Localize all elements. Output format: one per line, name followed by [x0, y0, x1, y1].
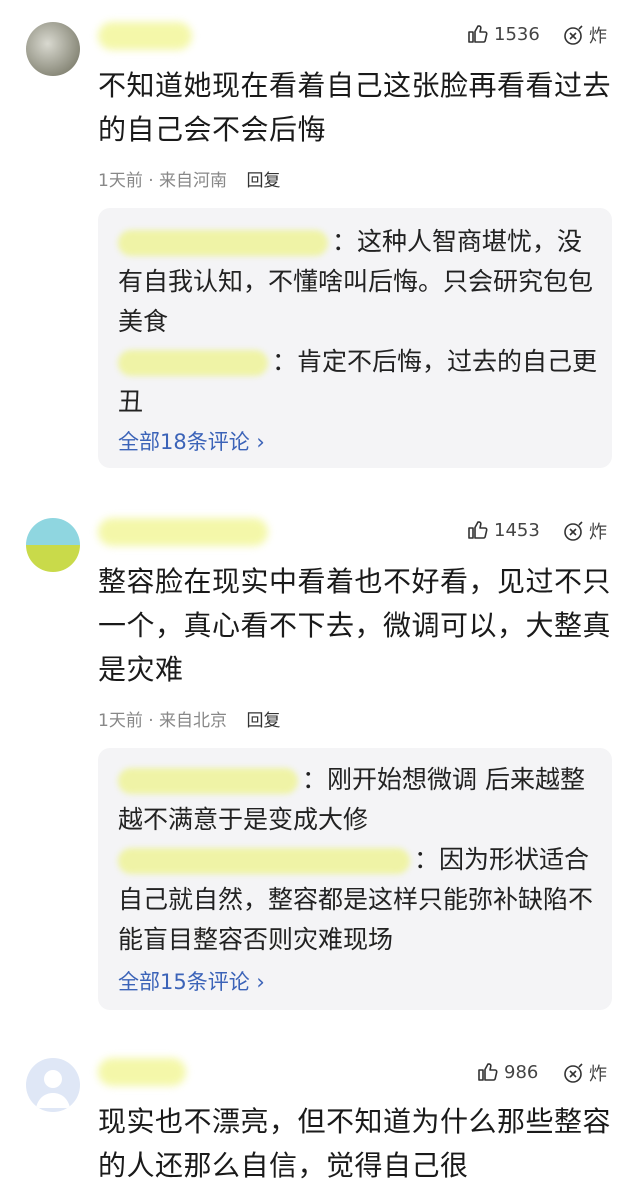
thumbs-up-icon [468, 521, 488, 539]
avatar[interactable] [26, 1058, 80, 1112]
reply-button[interactable]: 回复 [246, 171, 280, 191]
comment-meta: 1天前 · 来自北京 回复 [98, 711, 281, 731]
reply-item[interactable]: ：因为形状适合自己就自然，整容都是这样只能弥补缺陷不能盲目整容否则灾难现场 [118, 840, 598, 960]
reply-username-blurred[interactable] [118, 230, 328, 256]
reply-username-blurred[interactable] [118, 350, 268, 376]
thumbs-up-icon [478, 1063, 498, 1081]
like-button[interactable]: 1536 [466, 22, 540, 46]
like-count: 1536 [494, 23, 540, 45]
avatar[interactable] [26, 518, 80, 572]
bomb-label: 炸 [589, 26, 607, 47]
username-blurred[interactable] [98, 1058, 186, 1086]
reply-item[interactable]: ：这种人智商堪忧，没有自我认知，不懂啥叫后悔。只会研究包包美食 [118, 222, 598, 342]
bomb-label: 炸 [589, 522, 607, 543]
username-blurred[interactable] [98, 22, 192, 50]
thumbs-up-icon [468, 25, 488, 43]
comment-meta: 1天前 · 来自河南 回复 [98, 171, 281, 191]
default-avatar-icon [36, 1070, 70, 1108]
reply-username-blurred[interactable] [118, 848, 410, 874]
reply-item[interactable]: ：肯定不后悔，过去的自己更丑 [118, 342, 598, 422]
reply-item[interactable]: ：刚开始想微调 后来越整越不满意于是变成大修 [118, 760, 598, 840]
like-count: 986 [504, 1061, 539, 1083]
view-all-replies-link[interactable]: 全部15条评论 › [118, 966, 265, 996]
reply-box: ：刚开始想微调 后来越整越不满意于是变成大修 ：因为形状适合自己就自然，整容都是… [98, 748, 612, 1010]
comment-text: 整容脸在现实中看着也不好看，见过不只一个，真心看不下去，微调可以，大整真是灾难 [98, 565, 612, 686]
reply-username-blurred[interactable] [118, 768, 298, 794]
comment-time: 1天前 [98, 711, 143, 731]
bomb-label: 炸 [589, 1064, 607, 1085]
like-count: 1453 [494, 519, 540, 541]
comment-location: 来自北京 [159, 711, 228, 731]
bomb-button[interactable]: 炸 [562, 1060, 607, 1086]
avatar[interactable] [26, 22, 80, 76]
bomb-icon [564, 521, 583, 541]
like-button[interactable]: 1453 [466, 518, 540, 542]
comment-text: 不知道她现在看着自己这张脸再看看过去的自己会不会后悔 [98, 69, 612, 146]
bomb-button[interactable]: 炸 [562, 518, 607, 544]
username-blurred[interactable] [98, 518, 268, 546]
view-all-replies-link[interactable]: 全部18条评论 › [118, 426, 265, 456]
reply-box: ：这种人智商堪忧，没有自我认知，不懂啥叫后悔。只会研究包包美食 ：肯定不后悔，过… [98, 208, 612, 468]
like-button[interactable]: 986 [476, 1060, 538, 1084]
bomb-icon [564, 1063, 583, 1083]
comment-time: 1天前 [98, 171, 143, 191]
comment-location: 来自河南 [159, 171, 228, 191]
reply-button[interactable]: 回复 [246, 711, 280, 731]
bomb-icon [564, 25, 583, 45]
bomb-button[interactable]: 炸 [562, 22, 607, 48]
comment-text: 现实也不漂亮，但不知道为什么那些整容的人还那么自信，觉得自己很 [98, 1105, 612, 1182]
